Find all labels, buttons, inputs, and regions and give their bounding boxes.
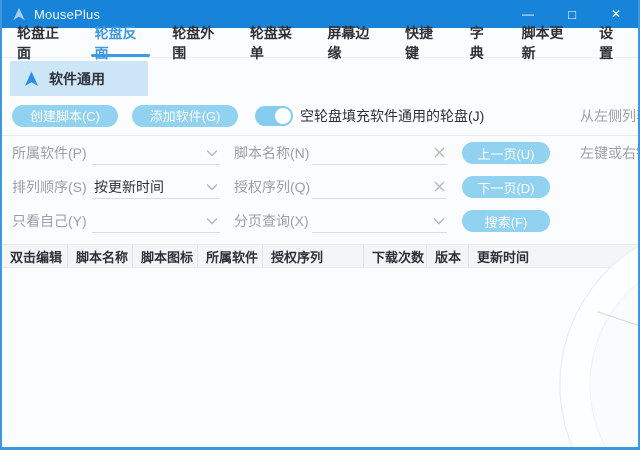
subtab-row: 软件通用 bbox=[2, 58, 638, 96]
col-double-click-edit[interactable]: 双击编辑 bbox=[2, 245, 68, 267]
chevron-down-icon[interactable] bbox=[206, 183, 220, 191]
toggle-label: 空轮盘填充软件通用的轮盘(J) bbox=[300, 106, 484, 126]
script-name-input[interactable] bbox=[312, 141, 447, 165]
form-row-2: 排列顺序(S) 按更新时间 授权序列(Q) 下一页(D) bbox=[2, 170, 638, 204]
row1-hint-text: 左键或右键 bbox=[580, 143, 640, 163]
prev-page-button[interactable]: 上一页(U) bbox=[462, 142, 550, 164]
only-mine-label: 只看自己(Y) bbox=[12, 211, 87, 231]
owner-software-select[interactable] bbox=[92, 141, 220, 165]
window-title: MousePlus bbox=[34, 7, 100, 22]
form-row-3: 只看自己(Y) 分页查询(X) 搜索(F) bbox=[2, 204, 638, 238]
sort-order-label: 排列顺序(S) bbox=[12, 177, 87, 197]
col-license-serial[interactable]: 授权序列 bbox=[263, 245, 364, 267]
sort-order-select[interactable]: 按更新时间 bbox=[92, 175, 220, 199]
search-button[interactable]: 搜索(F) bbox=[462, 210, 550, 232]
tab-bar: 轮盘正面 轮盘反面 轮盘外围 轮盘菜单 屏幕边缘 快捷键 字典 脚本更新 设置 bbox=[2, 28, 638, 58]
form-row-1: 所属软件(P) 脚本名称(N) 上一页(U) 左键或右键 bbox=[2, 136, 638, 170]
chevron-down-icon[interactable] bbox=[206, 149, 220, 157]
cursor-arrow-icon bbox=[24, 71, 39, 87]
toolbar: 创建脚本(C) 添加软件(G) 空轮盘填充软件通用的轮盘(J) 从左侧列表 bbox=[2, 96, 638, 136]
tab-wheel-back[interactable]: 轮盘反面 bbox=[85, 28, 157, 57]
col-owner-software[interactable]: 所属软件 bbox=[198, 245, 263, 267]
chevron-down-icon[interactable] bbox=[433, 217, 447, 225]
add-software-button[interactable]: 添加软件(G) bbox=[132, 105, 238, 127]
tab-hotkeys[interactable]: 快捷键 bbox=[395, 28, 454, 57]
owner-software-label: 所属软件(P) bbox=[12, 143, 87, 163]
tab-screen-edge[interactable]: 屏幕边缘 bbox=[317, 28, 389, 57]
tab-wheel-front[interactable]: 轮盘正面 bbox=[7, 28, 79, 57]
subtab-software-general[interactable]: 软件通用 bbox=[10, 61, 148, 96]
page-query-select[interactable] bbox=[312, 209, 447, 233]
tab-settings[interactable]: 设置 bbox=[589, 28, 635, 57]
col-download-count[interactable]: 下载次数 bbox=[364, 245, 427, 267]
table-header: 双击编辑 脚本名称 脚本图标 所属软件 授权序列 下载次数 版本 更新时间 bbox=[2, 244, 638, 268]
subtab-label: 软件通用 bbox=[49, 69, 105, 89]
create-script-button[interactable]: 创建脚本(C) bbox=[12, 105, 118, 127]
license-serial-label: 授权序列(Q) bbox=[234, 177, 310, 197]
col-update-time[interactable]: 更新时间 bbox=[469, 245, 638, 267]
col-version[interactable]: 版本 bbox=[427, 245, 469, 267]
tab-wheel-menu[interactable]: 轮盘菜单 bbox=[240, 28, 312, 57]
clear-x-icon[interactable] bbox=[434, 147, 447, 158]
script-name-label: 脚本名称(N) bbox=[234, 143, 309, 163]
next-page-button[interactable]: 下一页(D) bbox=[462, 176, 550, 198]
license-serial-input[interactable] bbox=[312, 175, 447, 199]
clear-x-icon[interactable] bbox=[434, 181, 447, 192]
fill-wheel-toggle[interactable] bbox=[255, 106, 293, 126]
chevron-down-icon[interactable] bbox=[206, 217, 220, 225]
tab-dictionary[interactable]: 字典 bbox=[460, 28, 506, 57]
col-script-icon[interactable]: 脚本图标 bbox=[133, 245, 198, 267]
only-mine-select[interactable] bbox=[92, 209, 220, 233]
toggle-knob bbox=[275, 108, 291, 124]
col-script-name[interactable]: 脚本名称 bbox=[68, 245, 133, 267]
app-logo-icon bbox=[12, 7, 26, 21]
tab-script-update[interactable]: 脚本更新 bbox=[512, 28, 584, 57]
right-hint-text: 从左侧列表 bbox=[580, 106, 640, 126]
app-window: MousePlus — □ ✕ 轮盘正面 轮盘反面 轮盘外围 轮盘菜单 屏幕边缘… bbox=[0, 0, 640, 450]
page-query-label: 分页查询(X) bbox=[234, 211, 309, 231]
sort-order-value: 按更新时间 bbox=[92, 177, 206, 197]
tab-wheel-outer[interactable]: 轮盘外围 bbox=[162, 28, 234, 57]
